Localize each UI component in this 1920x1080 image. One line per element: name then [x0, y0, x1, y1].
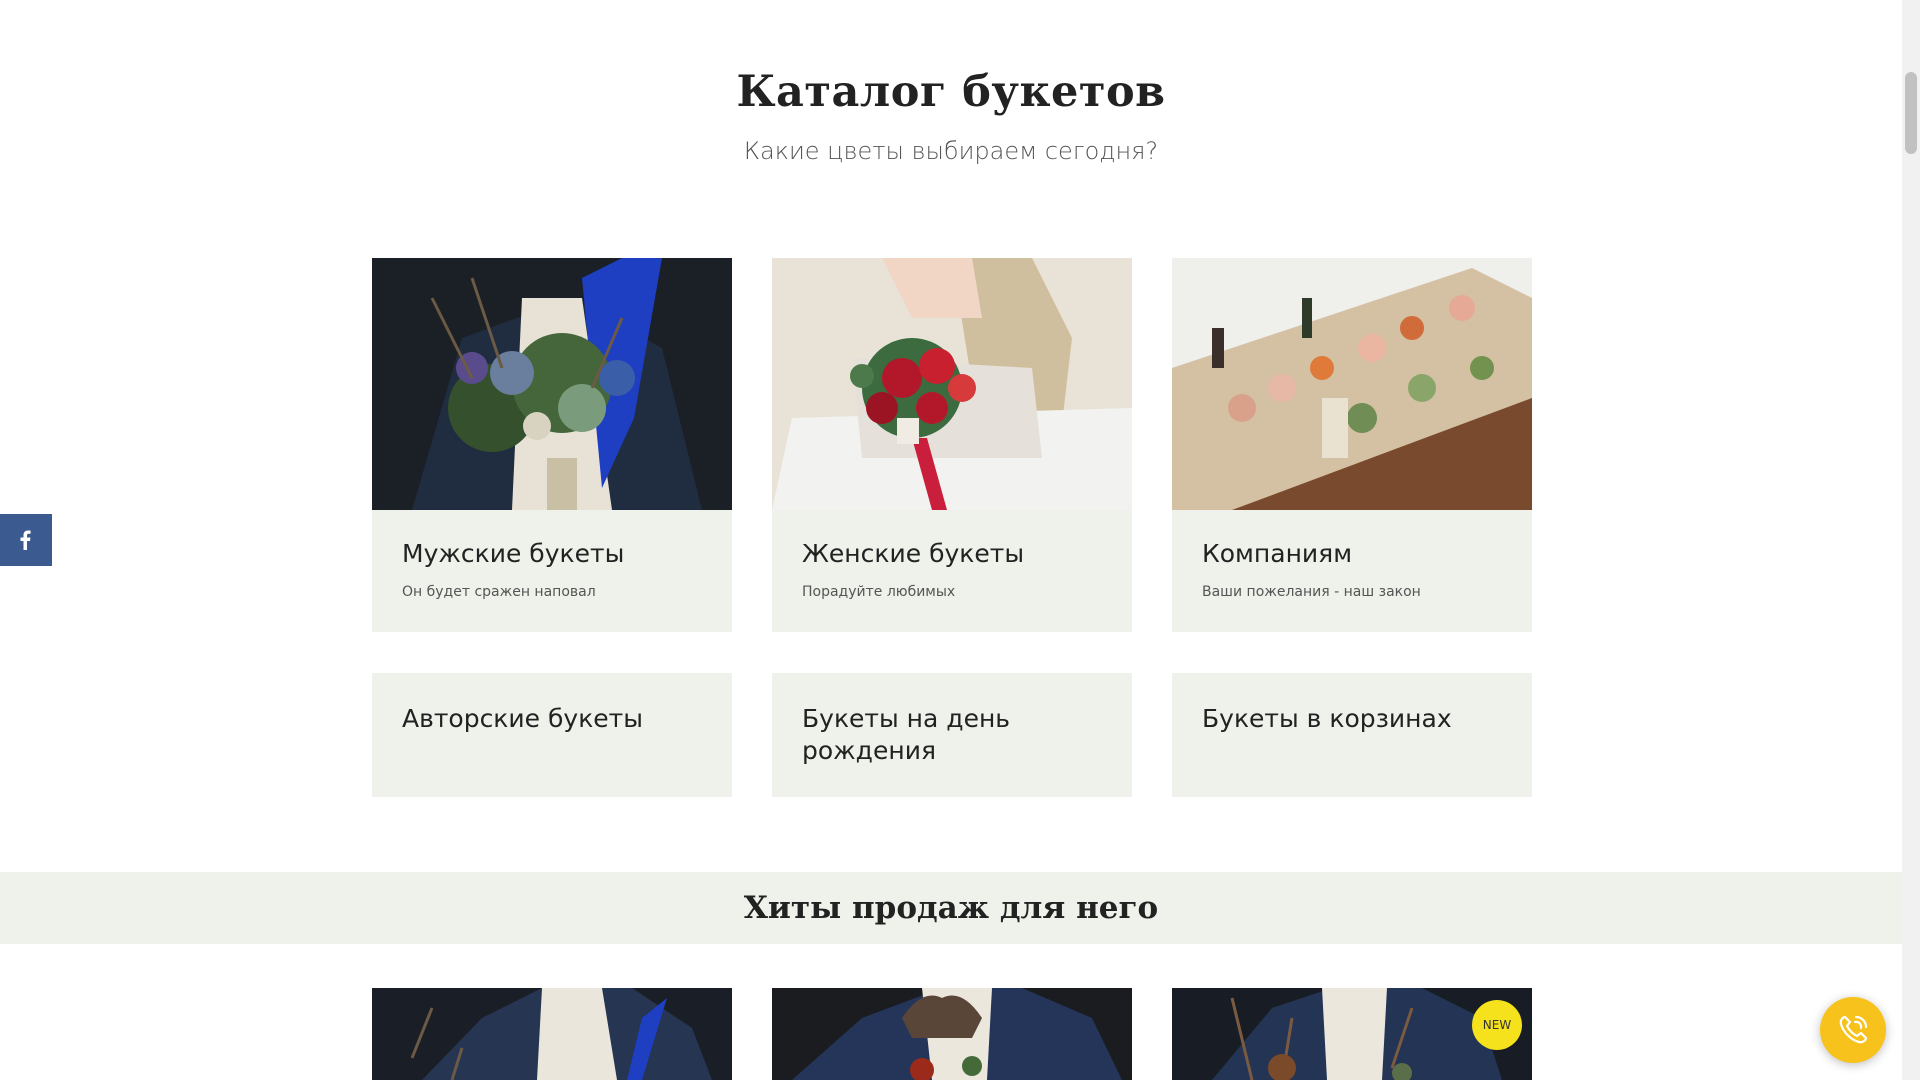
category-card-author[interactable]: Авторские букеты — [372, 673, 732, 797]
product-photo — [772, 988, 1132, 1080]
category-card-birthday[interactable]: Букеты на день рождения — [772, 673, 1132, 797]
page-title: Каталог букетов — [736, 67, 1166, 117]
category-title[interactable]: Букеты на день рождения — [802, 703, 1072, 767]
category-image-companies[interactable] — [1172, 258, 1532, 510]
product-photo — [372, 988, 732, 1080]
category-title[interactable]: Компаниям — [1202, 538, 1512, 570]
men-bouquet-photo — [372, 258, 732, 510]
category-title[interactable]: Букеты в корзинах — [1202, 703, 1512, 735]
category-image-women[interactable] — [772, 258, 1132, 510]
women-bouquet-photo — [772, 258, 1132, 510]
facebook-share-button[interactable] — [0, 514, 52, 566]
category-title[interactable]: Авторские букеты — [402, 703, 712, 735]
product-card[interactable] — [772, 988, 1132, 1080]
category-description: Ваши пожелания - наш закон — [1202, 584, 1421, 600]
companies-gifts-photo — [1172, 258, 1532, 510]
scrollbar-thumb[interactable] — [1905, 72, 1917, 154]
phone-icon — [1839, 1015, 1868, 1044]
product-card[interactable] — [372, 988, 732, 1080]
new-badge: NEW — [1472, 1000, 1522, 1050]
category-card-baskets[interactable]: Букеты в корзинах — [1172, 673, 1532, 797]
category-image-men[interactable] — [372, 258, 732, 510]
callback-button[interactable] — [1820, 997, 1886, 1063]
facebook-icon — [20, 530, 31, 550]
category-card-companies[interactable]: Компаниям Ваши пожелания - наш закон — [1172, 258, 1532, 632]
category-title[interactable]: Женские букеты — [802, 538, 1112, 570]
page-subtitle: Какие цветы выбираем сегодня? — [743, 137, 1159, 165]
category-description: Он будет сражен наповал — [402, 584, 596, 600]
category-description: Порадуйте любимых — [802, 584, 956, 600]
hits-section-title: Хиты продаж для него — [743, 890, 1159, 926]
scrollbar-track[interactable] — [1902, 0, 1920, 1080]
category-card-men[interactable]: Мужские букеты Он будет сражен наповал — [372, 258, 732, 632]
category-card-women[interactable]: Женские букеты Порадуйте любимых — [772, 258, 1132, 632]
category-title[interactable]: Мужские букеты — [402, 538, 712, 570]
